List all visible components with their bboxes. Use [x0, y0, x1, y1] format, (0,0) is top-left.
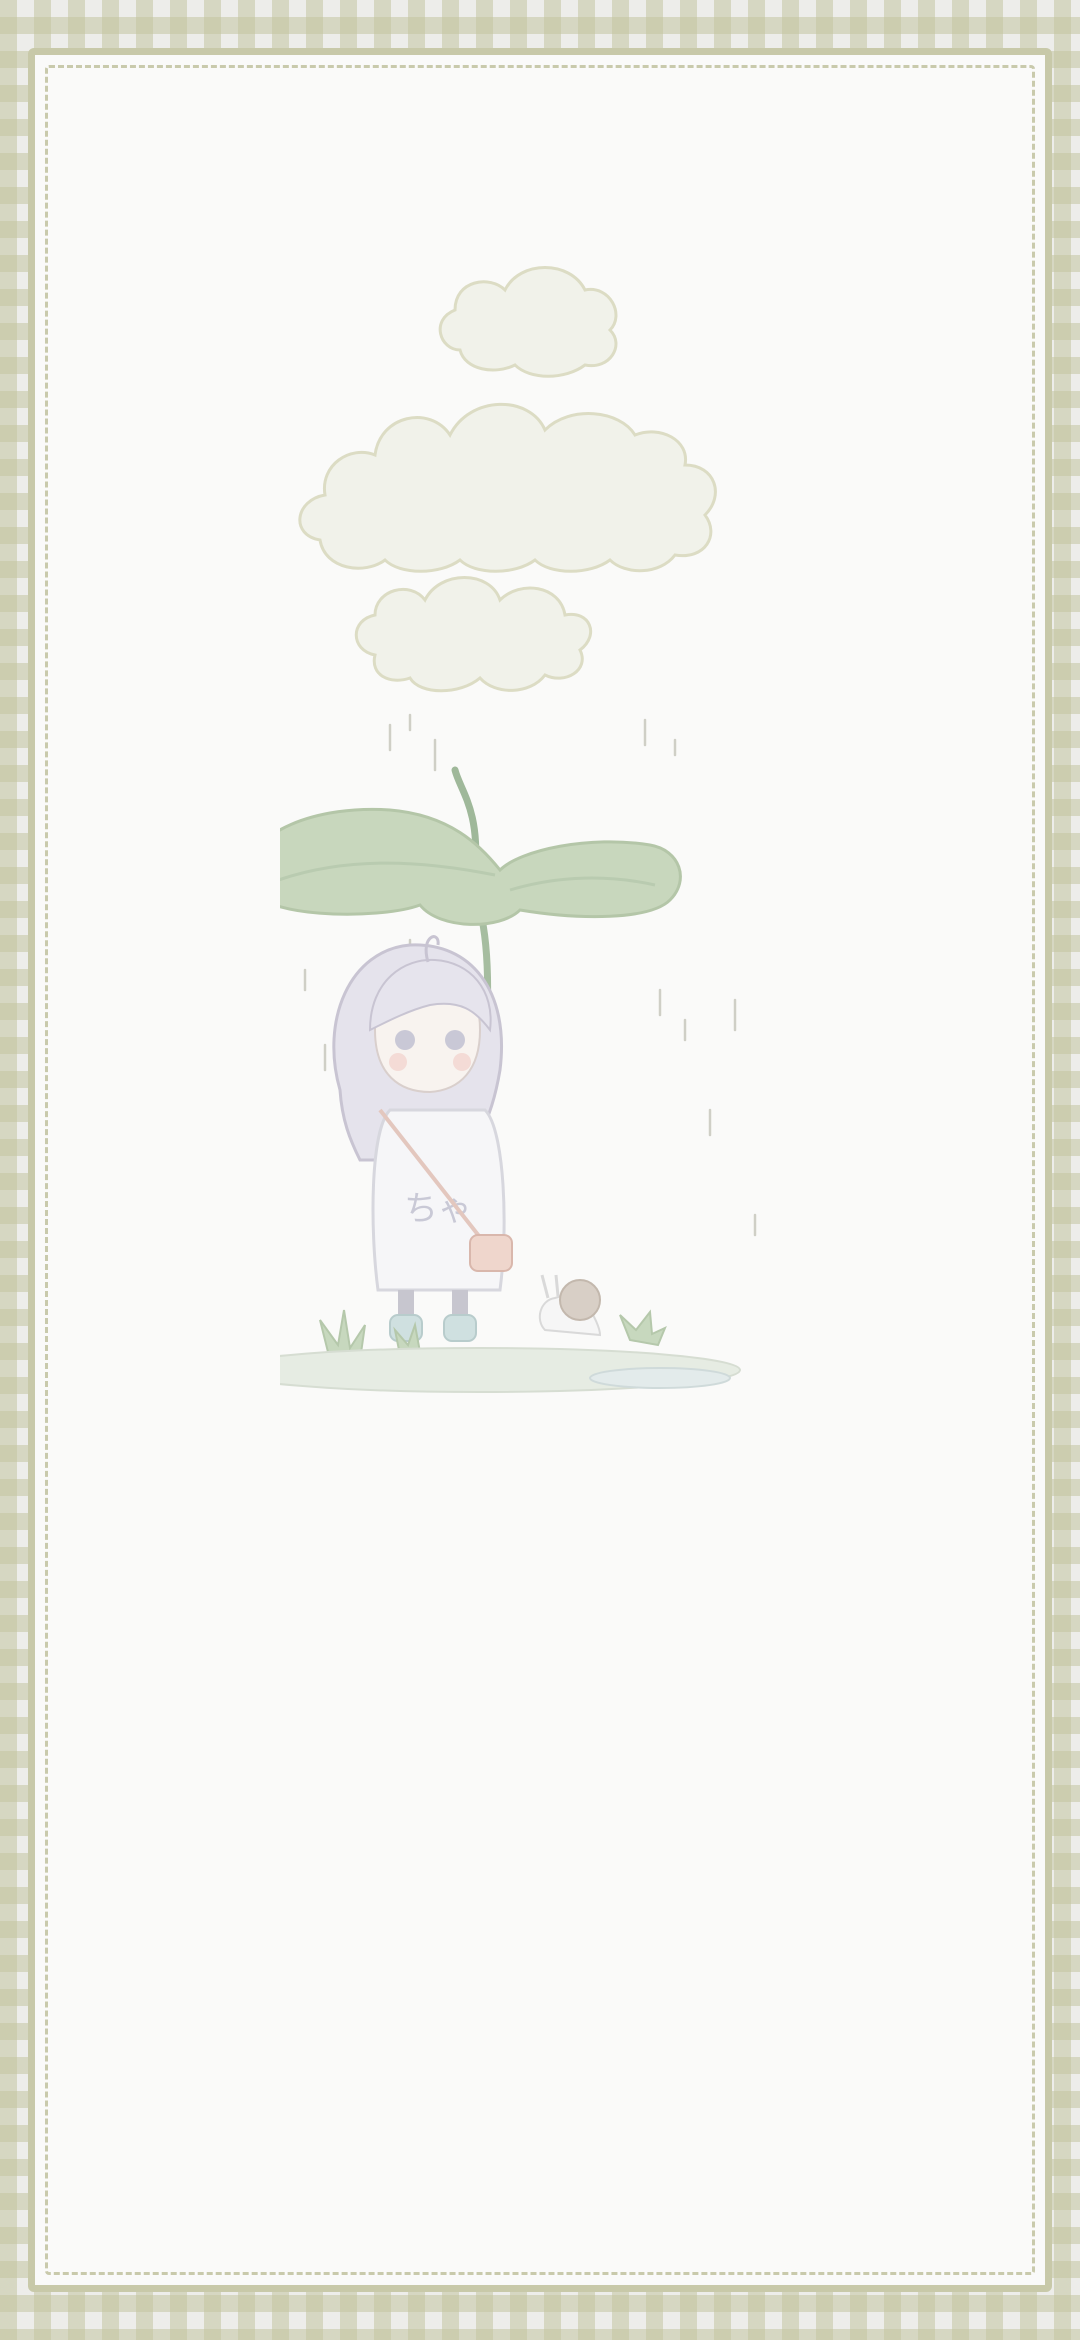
- rain-icon: [303, 713, 757, 1237]
- snail-icon: [538, 1274, 602, 1337]
- illustration: ちゃ: [280, 230, 840, 1430]
- shirt-lettering: ちゃ: [404, 1190, 472, 1228]
- girl-icon: ちゃ: [332, 935, 513, 1342]
- puddle-icon: [280, 1347, 741, 1393]
- wallpaper-background: ちゃ: [0, 0, 1080, 2340]
- cloud-icon-large: [298, 402, 717, 693]
- cloud-icon: [438, 266, 618, 378]
